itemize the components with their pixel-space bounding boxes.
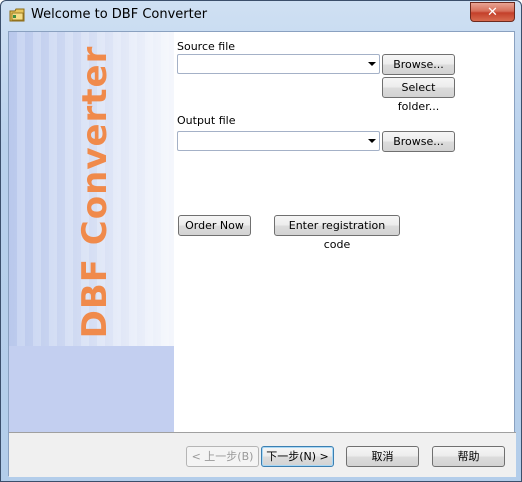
side-banner: DBF Converter — [9, 32, 174, 432]
window-title: Welcome to DBF Converter — [31, 7, 208, 22]
brand-text: DBF Converter — [75, 45, 115, 339]
help-button[interactable]: 帮助 — [432, 446, 505, 467]
back-button[interactable]: < 上一步(B) — [186, 446, 259, 467]
select-folder-button[interactable]: Select folder... — [382, 77, 455, 113]
folder-app-icon — [9, 8, 25, 22]
wizard-page: DBF Converter Source file Browse... Sele… — [8, 31, 516, 477]
source-file-combo[interactable] — [177, 54, 380, 74]
side-banner-lower — [9, 346, 174, 432]
enter-registration-code-button[interactable]: Enter registration code — [274, 215, 400, 251]
source-file-label: Source file — [177, 40, 236, 53]
app-window: Welcome to DBF Converter ✕ DBF Converter… — [0, 0, 522, 482]
cancel-button[interactable]: 取消 — [346, 446, 419, 467]
title-bar[interactable]: Welcome to DBF Converter ✕ — [1, 1, 521, 29]
source-browse-button[interactable]: Browse... — [382, 54, 455, 75]
dropdown-arrow-icon[interactable] — [368, 62, 376, 66]
dropdown-arrow-icon[interactable] — [368, 139, 376, 143]
next-button[interactable]: 下一步(N) > — [261, 446, 334, 467]
output-browse-button[interactable]: Browse... — [382, 131, 455, 152]
order-now-button[interactable]: Order Now — [178, 215, 251, 236]
output-file-combo[interactable] — [177, 131, 380, 151]
close-button[interactable]: ✕ — [470, 2, 515, 22]
output-file-label: Output file — [177, 114, 236, 127]
